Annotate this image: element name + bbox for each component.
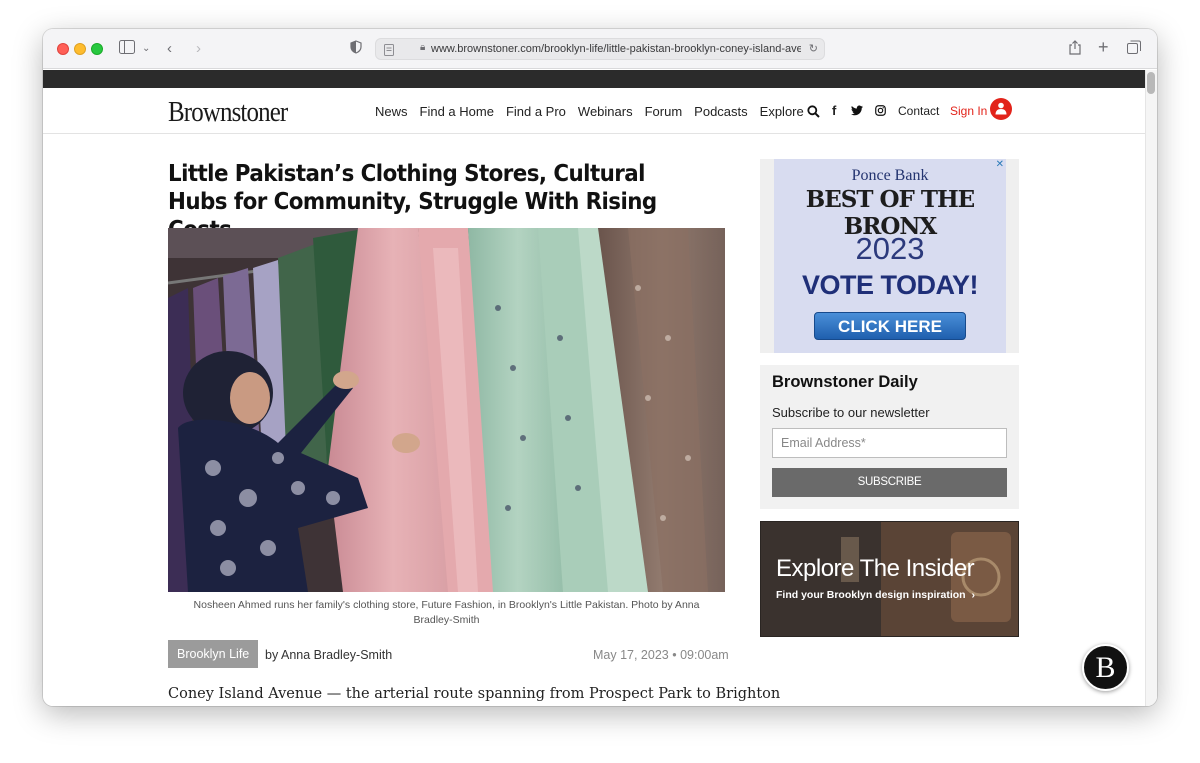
newsletter-subtitle: Subscribe to our newsletter bbox=[772, 405, 930, 420]
share-icon[interactable] bbox=[1069, 40, 1081, 60]
tab-overview-icon[interactable] bbox=[1127, 40, 1141, 59]
insider-subtitle-row[interactable]: Find your Brooklyn design inspiration › bbox=[776, 589, 975, 601]
browser-toolbar: ⌄ ‹ › 🔒︎ www.brownstoner.com/brooklyn-li… bbox=[43, 29, 1157, 69]
twitter-icon[interactable] bbox=[851, 104, 863, 119]
user-avatar-icon[interactable] bbox=[990, 98, 1012, 120]
address-bar[interactable]: 🔒︎ www.brownstoner.com/brooklyn-life/lit… bbox=[375, 38, 825, 60]
close-window-button[interactable] bbox=[57, 43, 69, 55]
back-arrow-icon[interactable]: ‹ bbox=[167, 40, 172, 58]
reader-icon[interactable] bbox=[384, 43, 394, 61]
ad-click-button[interactable]: CLICK HERE bbox=[814, 312, 966, 340]
ad-explore-insider[interactable]: Explore The Insider Find your Brooklyn d… bbox=[760, 521, 1019, 637]
ad-best-of-bronx[interactable]: ✕ Ponce Bank BEST OF THE BRONX 2023 VOTE… bbox=[760, 159, 1019, 353]
top-dark-bar bbox=[43, 70, 1145, 88]
nav-find-a-home[interactable]: Find a Home bbox=[420, 104, 494, 123]
contact-link[interactable]: Contact bbox=[898, 104, 939, 118]
category-tag[interactable]: Brooklyn Life bbox=[168, 640, 259, 668]
article-photo bbox=[168, 228, 725, 592]
article-body: Coney Island Avenue — the arterial route… bbox=[168, 686, 781, 702]
new-tab-icon[interactable]: + bbox=[1098, 38, 1109, 56]
instagram-icon[interactable] bbox=[875, 104, 886, 119]
site-header: Brownstoner News Find a Home Find a Pro … bbox=[43, 88, 1145, 134]
scrollbar-thumb[interactable] bbox=[1147, 72, 1155, 94]
insider-title: Explore The Insider bbox=[776, 555, 975, 582]
page-viewport: Brownstoner News Find a Home Find a Pro … bbox=[43, 70, 1157, 706]
article-byline[interactable]: by Anna Bradley-Smith bbox=[265, 648, 392, 662]
nav-forum[interactable]: Forum bbox=[645, 104, 683, 123]
site-logo[interactable]: Brownstoner bbox=[168, 96, 288, 129]
ad-bank-name: Ponce Bank bbox=[851, 167, 929, 184]
zoom-window-button[interactable] bbox=[91, 43, 103, 55]
reload-icon[interactable]: ↻ bbox=[809, 42, 818, 55]
subscribe-button[interactable]: SUBSCRIBE bbox=[772, 468, 1007, 497]
facebook-icon[interactable]: f bbox=[832, 103, 836, 118]
ad-year: 2023 bbox=[855, 231, 925, 266]
article-date: May 17, 2023 • 09:00am bbox=[593, 648, 729, 662]
nav-news[interactable]: News bbox=[375, 104, 408, 123]
sidebar-toggle-icon[interactable] bbox=[119, 40, 135, 59]
main-nav: News Find a Home Find a Pro Webinars For… bbox=[375, 104, 820, 123]
lock-icon: 🔒︎ bbox=[420, 42, 426, 53]
sign-in-link[interactable]: Sign In bbox=[950, 104, 987, 118]
chevron-down-icon[interactable]: ⌄ bbox=[142, 40, 150, 58]
search-icon[interactable] bbox=[807, 105, 820, 123]
newsletter-box: Brownstoner Daily Subscribe to our newsl… bbox=[760, 365, 1019, 509]
minimize-window-button[interactable] bbox=[74, 43, 86, 55]
ad-best-of-bronx-banner[interactable]: ✕ Ponce Bank BEST OF THE BRONX 2023 VOTE… bbox=[774, 159, 1006, 353]
browser-window: ⌄ ‹ › 🔒︎ www.brownstoner.com/brooklyn-li… bbox=[43, 29, 1157, 706]
forward-arrow-icon[interactable]: › bbox=[196, 40, 201, 58]
privacy-shield-icon[interactable] bbox=[350, 40, 362, 59]
nav-find-a-pro[interactable]: Find a Pro bbox=[506, 104, 566, 123]
newsletter-title: Brownstoner Daily bbox=[772, 373, 918, 391]
nav-explore[interactable]: Explore bbox=[760, 104, 804, 123]
nav-webinars[interactable]: Webinars bbox=[578, 104, 633, 123]
ad-vote-text: VOTE TODAY! bbox=[801, 270, 979, 300]
chevron-right-icon: › bbox=[971, 589, 976, 601]
scrollbar[interactable] bbox=[1145, 70, 1157, 706]
photo-caption: Nosheen Ahmed runs her family's clothing… bbox=[193, 599, 700, 626]
insider-subtitle: Find your Brooklyn design inspiration bbox=[776, 589, 966, 601]
brownstoner-floating-button[interactable]: B bbox=[1082, 644, 1129, 691]
nav-podcasts[interactable]: Podcasts bbox=[694, 104, 747, 123]
email-field[interactable] bbox=[772, 428, 1007, 458]
address-url: www.brownstoner.com/brooklyn-life/little… bbox=[431, 43, 801, 55]
